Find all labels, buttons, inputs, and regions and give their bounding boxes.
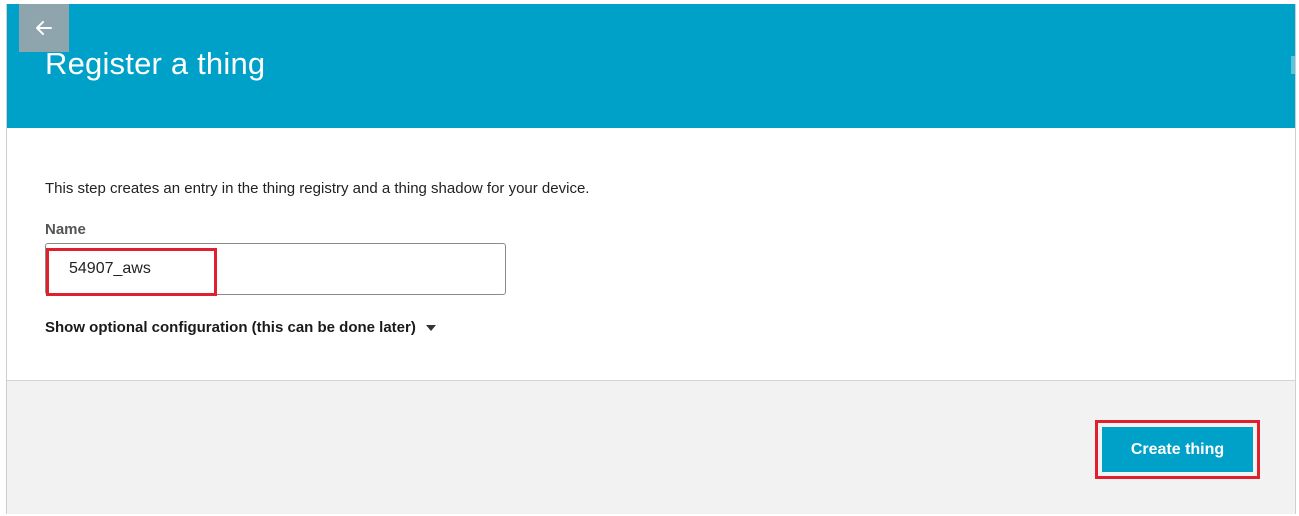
optional-configuration-toggle[interactable]: Show optional configuration (this can be… [45, 319, 436, 336]
step-description: This step creates an entry in the thing … [45, 180, 590, 197]
scrollbar-thumb[interactable] [1291, 56, 1295, 74]
register-thing-panel: Register a thing This step creates an en… [6, 4, 1296, 514]
back-button[interactable] [19, 4, 69, 52]
name-field [45, 243, 506, 295]
arrow-left-icon [36, 21, 52, 35]
optional-configuration-label: Show optional configuration (this can be… [45, 319, 416, 336]
form-section: This step creates an entry in the thing … [7, 128, 1295, 381]
create-button-highlight-annotation: Create thing [1095, 420, 1260, 479]
page-footer: Create thing [7, 381, 1295, 514]
name-label: Name [45, 221, 86, 238]
page-header: Register a thing [7, 4, 1295, 128]
page-title: Register a thing [45, 46, 266, 81]
caret-down-icon [425, 324, 436, 331]
create-thing-button[interactable]: Create thing [1102, 427, 1253, 472]
name-input[interactable] [46, 244, 505, 294]
